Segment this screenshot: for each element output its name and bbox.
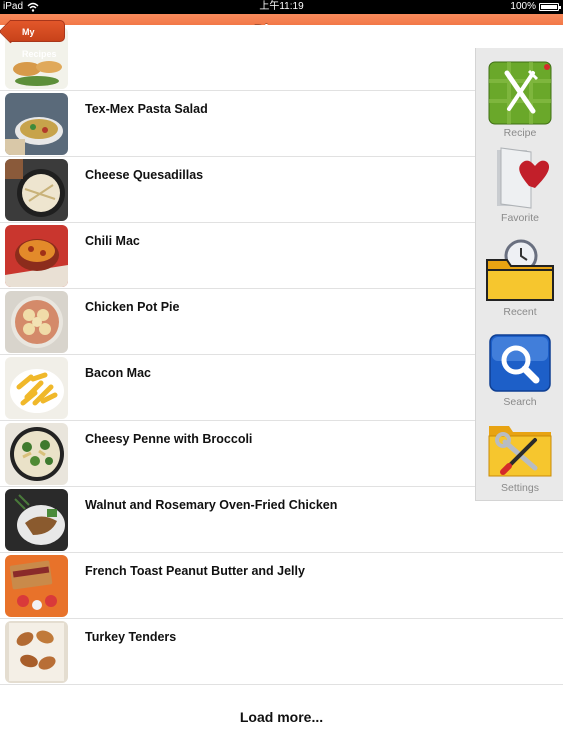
menu-item-favorite[interactable]: Favorite: [476, 146, 563, 224]
recipe-title: Turkey Tenders: [85, 630, 177, 644]
recipe-title: Chicken Pot Pie: [85, 300, 180, 314]
recipe-thumbnail: [5, 555, 68, 617]
recipe-title: Chili Mac: [85, 234, 140, 248]
heart-folder-icon: [497, 147, 550, 209]
menu-label-search: Search: [503, 396, 537, 408]
menu-item-settings[interactable]: Settings: [476, 420, 563, 494]
load-more-button[interactable]: Load more...: [0, 684, 563, 750]
recipe-thumbnail: [5, 621, 68, 683]
recipe-title: French Toast Peanut Butter and Jelly: [85, 564, 305, 578]
menu-item-recipe[interactable]: Recipe: [476, 61, 563, 139]
recipe-thumbnail: [5, 489, 68, 551]
menu-label-recent: Recent: [503, 306, 537, 318]
recipe-title: Walnut and Rosemary Oven-Fried Chicken: [85, 498, 338, 512]
magnifier-icon: [489, 334, 551, 392]
recipe-thumbnail: [5, 225, 68, 287]
recipe-title: Cheese Quesadillas: [85, 168, 204, 182]
menu-label-favorite: Favorite: [501, 212, 539, 224]
recipe-thumbnail: [5, 93, 68, 155]
recipe-thumbnail: [5, 357, 68, 419]
recipe-thumbnail: [5, 291, 68, 353]
status-time: 上午11:19: [259, 1, 304, 12]
side-menu: Recipe Favorite Recent Search Settings: [475, 48, 563, 501]
menu-item-recent[interactable]: Recent: [476, 238, 563, 318]
recipe-title: Bacon Mac: [85, 366, 151, 380]
recipe-title: Cheesy Penne with Broccoli: [85, 432, 253, 446]
tools-folder-icon: [488, 426, 552, 477]
status-right: 100%: [510, 0, 561, 14]
back-button[interactable]: My Recipes: [10, 20, 65, 59]
recipe-thumbnail: [5, 423, 68, 485]
clock-folder-icon: [486, 239, 554, 301]
fork-knife-icon: [488, 61, 552, 125]
menu-item-search[interactable]: Search: [476, 334, 563, 408]
menu-label-settings: Settings: [501, 482, 539, 494]
battery-percent: 100%: [510, 1, 536, 12]
battery-icon: [539, 3, 561, 11]
list-item[interactable]: Turkey Tenders: [0, 619, 563, 685]
status-bar: iPad 上午11:19 100%: [0, 0, 563, 14]
menu-label-recipe: Recipe: [503, 127, 537, 139]
list-item[interactable]: French Toast Peanut Butter and Jelly: [0, 553, 563, 619]
recipe-title: Tex-Mex Pasta Salad: [85, 102, 208, 116]
recipe-thumbnail: [5, 159, 68, 221]
